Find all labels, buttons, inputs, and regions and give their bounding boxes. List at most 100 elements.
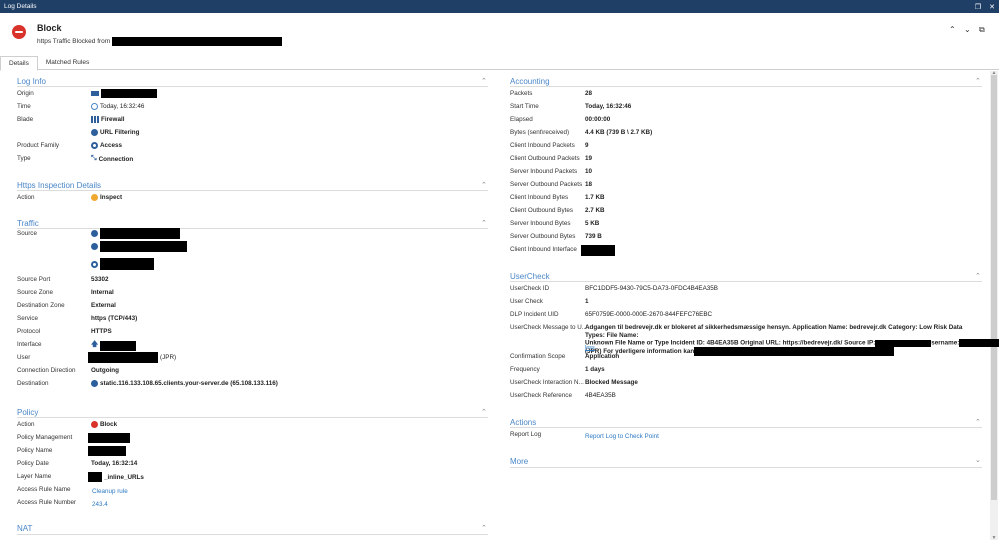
chevron-up-icon[interactable]: ⌃ bbox=[975, 77, 981, 85]
value-source-zone: Internal bbox=[91, 289, 114, 296]
label-policy-date: Policy Date bbox=[17, 460, 49, 467]
value-destination: static.116.133.108.65.clients.your-serve… bbox=[91, 380, 278, 387]
chevron-up-icon[interactable]: ⌃ bbox=[481, 408, 487, 416]
label-product-family: Product Family bbox=[17, 142, 59, 149]
redacted-block bbox=[112, 37, 283, 46]
redacted-block bbox=[100, 340, 137, 351]
globe-icon bbox=[91, 380, 98, 387]
label-usercheck-id: UserCheck ID bbox=[510, 285, 550, 292]
value-blade-url: URL Filtering bbox=[91, 129, 139, 136]
redacted-block bbox=[100, 228, 180, 239]
section-usercheck[interactable]: UserCheck bbox=[510, 272, 550, 281]
value-dlp-incident: 65F0759E-0000-000E-2670-844FEFC76EBC bbox=[585, 311, 713, 318]
chevron-up-icon[interactable]: ⌃ bbox=[481, 181, 487, 189]
chevron-down-icon[interactable]: ⌄ bbox=[964, 25, 971, 34]
label-access-rule-number: Access Rule Number bbox=[17, 499, 77, 506]
report-log-link[interactable]: Report Log to Check Point bbox=[585, 433, 659, 440]
vertical-scrollbar[interactable]: ▲ ▼ bbox=[990, 71, 998, 540]
copy-icon[interactable]: ⧉ bbox=[979, 25, 985, 35]
connection-icon: ⤡ bbox=[91, 155, 97, 162]
less-link[interactable]: less bbox=[585, 345, 595, 351]
section-https-inspection[interactable]: Https Inspection Details bbox=[17, 181, 101, 190]
label-user-check: User Check bbox=[510, 298, 543, 305]
label-service: Service bbox=[17, 315, 38, 322]
log-title: Block bbox=[37, 23, 62, 33]
user-icon bbox=[91, 243, 98, 250]
section-nat[interactable]: NAT bbox=[17, 524, 32, 533]
value-source-machine bbox=[91, 258, 154, 270]
redacted-block bbox=[100, 258, 154, 270]
link-access-rule-number[interactable]: 243.4 bbox=[92, 501, 108, 508]
section-accounting[interactable]: Accounting bbox=[510, 77, 550, 86]
chevron-up-icon[interactable]: ⌃ bbox=[481, 524, 487, 532]
label-https-action: Action bbox=[17, 194, 35, 201]
block-icon bbox=[12, 25, 26, 39]
chevron-up-icon[interactable]: ⌃ bbox=[949, 25, 956, 34]
value-user-check: 1 bbox=[585, 298, 589, 305]
section-log-info[interactable]: Log Info bbox=[17, 77, 46, 86]
tab-matched-rules[interactable]: Matched Rules bbox=[38, 56, 97, 70]
divider bbox=[510, 281, 982, 282]
label-usercheck-interaction: UserCheck Interaction N... bbox=[510, 379, 584, 386]
value-policy-action: Block bbox=[91, 421, 117, 428]
value-dest-zone: External bbox=[91, 302, 116, 309]
chevron-down-icon[interactable]: ⌄ bbox=[975, 456, 981, 464]
value-usercheck-message: Adgangen til bedrevejr.dk er blokeret af… bbox=[585, 324, 999, 357]
label-interface: Interface bbox=[17, 341, 42, 348]
divider bbox=[17, 417, 488, 418]
close-icon[interactable]: ✕ bbox=[985, 0, 999, 13]
section-more[interactable]: More bbox=[510, 457, 528, 466]
label-usercheck-reference: UserCheck Reference bbox=[510, 392, 572, 399]
chevron-up-icon[interactable]: ⌃ bbox=[481, 219, 487, 227]
arrow-up-icon: 🡅 bbox=[91, 341, 99, 348]
value-confirmation-scope: Application bbox=[585, 353, 620, 360]
divider bbox=[17, 190, 488, 191]
inspect-icon bbox=[91, 194, 98, 201]
accounting-label: Server Outbound Bytes bbox=[510, 233, 576, 240]
section-traffic[interactable]: Traffic bbox=[17, 219, 39, 228]
url-filter-icon bbox=[91, 129, 98, 136]
redacted-block bbox=[694, 347, 895, 357]
restore-icon[interactable]: ❐ bbox=[971, 0, 985, 13]
section-actions[interactable]: Actions bbox=[510, 418, 536, 427]
accounting-label: Client Inbound Bytes bbox=[510, 194, 569, 201]
value-time: Today, 16:32:46 bbox=[91, 103, 144, 110]
label-source: Source bbox=[17, 230, 37, 237]
tab-details[interactable]: Details bbox=[0, 56, 38, 71]
label-user: User bbox=[17, 354, 31, 361]
accounting-value: 2.7 KB bbox=[585, 207, 605, 214]
accounting-label: Elapsed bbox=[510, 116, 533, 123]
scroll-down-icon[interactable]: ▼ bbox=[991, 536, 997, 540]
label-origin: Origin bbox=[17, 90, 34, 97]
access-icon bbox=[91, 142, 98, 149]
accounting-value: 10 bbox=[585, 168, 593, 175]
value-usercheck-interaction: Blocked Message bbox=[585, 379, 638, 386]
value-layer-name: _inline_URLs bbox=[88, 472, 144, 482]
accounting-value: 1.7 KB bbox=[585, 194, 605, 201]
accounting-label: Client Outbound Bytes bbox=[510, 207, 574, 214]
chevron-up-icon[interactable]: ⌃ bbox=[975, 272, 981, 280]
label-connection-direction: Connection Direction bbox=[17, 367, 76, 374]
divider bbox=[17, 86, 488, 87]
divider bbox=[510, 467, 982, 468]
clock-icon bbox=[91, 103, 98, 110]
chevron-up-icon[interactable]: ⌃ bbox=[481, 77, 487, 85]
value-usercheck-id: BFC1DDF5-9430-79C5-DA73-0FDC4B4EA35B bbox=[585, 285, 718, 292]
accounting-value: 18 bbox=[585, 181, 593, 188]
scroll-thumb[interactable] bbox=[991, 75, 997, 500]
label-source-zone: Source Zone bbox=[17, 289, 54, 296]
value-usercheck-reference: 4B4EA35B bbox=[585, 392, 616, 399]
chevron-up-icon[interactable]: ⌃ bbox=[975, 418, 981, 426]
firewall-icon bbox=[91, 116, 99, 123]
accounting-label: Packets bbox=[510, 90, 533, 97]
accounting-value: 28 bbox=[585, 90, 593, 97]
divider bbox=[510, 427, 982, 428]
machine-icon bbox=[91, 260, 98, 268]
link-access-rule-name[interactable]: Cleanup rule bbox=[92, 488, 128, 495]
window-titlebar: Log Details ❐ ✕ bbox=[0, 0, 999, 13]
label-protocol: Protocol bbox=[17, 328, 41, 335]
section-policy[interactable]: Policy bbox=[17, 408, 38, 417]
block-icon bbox=[91, 421, 98, 428]
divider bbox=[17, 228, 488, 229]
value-interface: 🡅 bbox=[91, 340, 137, 351]
